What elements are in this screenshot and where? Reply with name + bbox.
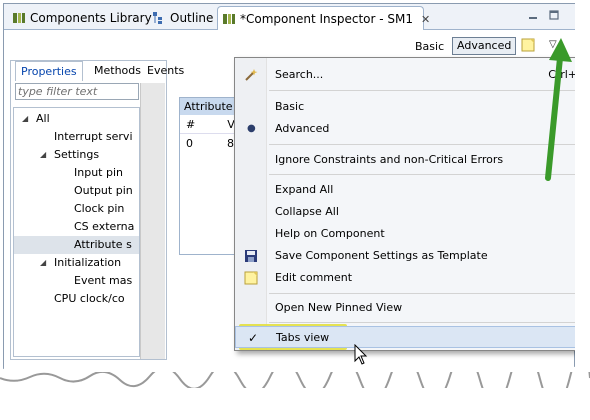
menu-item-basic[interactable]: Basic xyxy=(235,96,575,118)
menu-item-help-on-component[interactable]: Help on Component xyxy=(235,223,575,245)
tree-item[interactable]: Clock pin xyxy=(14,200,139,218)
tree-item-label: CPU clock/co xyxy=(54,292,125,305)
tree-item-label: Event mas xyxy=(74,274,133,287)
table-row[interactable]: 08 xyxy=(180,134,238,153)
properties-panel: Properties Methods Events type filter te… xyxy=(10,60,184,360)
column-header[interactable]: # xyxy=(186,118,195,131)
filter-input[interactable]: type filter text xyxy=(15,83,139,100)
tree-item[interactable]: Input pin xyxy=(14,164,139,182)
tree-item-label: Output pin xyxy=(74,184,133,197)
tab-methods[interactable]: Methods xyxy=(89,61,146,81)
menu-separator xyxy=(269,322,575,323)
tab-events[interactable]: Events xyxy=(142,61,189,81)
table-cell: 8 xyxy=(227,137,234,150)
menu-item-open-pinned-view[interactable]: Open New Pinned View xyxy=(235,297,575,319)
components-icon xyxy=(13,13,25,23)
note-icon xyxy=(244,271,258,285)
menu-item-ignore-constraints[interactable]: Ignore Constraints and non-Critical Erro… xyxy=(235,149,575,171)
tab-properties[interactable]: Properties xyxy=(15,61,83,81)
inspector-icon xyxy=(223,14,235,24)
menu-item-label: Open New Pinned View xyxy=(275,301,403,314)
menu-item-label: Help on Component xyxy=(275,227,385,240)
tree-item[interactable]: CS externa xyxy=(14,218,139,236)
tree-item[interactable]: Interrupt servi xyxy=(14,128,139,146)
save-icon xyxy=(245,250,257,262)
table-cell: 0 xyxy=(186,137,193,150)
tree-item-label: All xyxy=(36,112,50,125)
tree-item[interactable]: CPU clock/co xyxy=(14,290,139,308)
tab-component-inspector[interactable]: *Component Inspector - SM1 ✕ xyxy=(217,6,430,30)
menu-item-label: Expand All xyxy=(275,183,334,196)
tree-item-initialization[interactable]: ◢ Initialization xyxy=(14,254,139,272)
table-column-headers: # V xyxy=(180,115,238,134)
tree-item-label: Settings xyxy=(54,148,100,161)
tree-item-label: Initialization xyxy=(54,256,122,269)
property-tree: ◢ All Interrupt servi ◢ Settings Input pin… xyxy=(13,107,140,357)
tree-item[interactable]: Event mas xyxy=(14,272,139,290)
tab-label: Outline xyxy=(170,11,214,25)
mouse-pointer-icon xyxy=(354,344,368,365)
search-wand-icon xyxy=(245,69,258,81)
minimize-icon[interactable] xyxy=(527,9,539,21)
tab-outline[interactable]: Outline xyxy=(148,6,213,30)
menu-item-label: Basic xyxy=(275,100,305,113)
panel-scrollbar[interactable] xyxy=(140,83,165,359)
inspector-toolbar: Basic Advanced ▽ xyxy=(4,30,575,60)
menu-item-tabs-view[interactable]: ✓ Tabs view xyxy=(235,326,575,348)
menu-item-label: Collapse All xyxy=(275,205,339,218)
tab-label: *Component Inspector - SM1 xyxy=(240,12,414,26)
expand-icon[interactable]: ◢ xyxy=(40,146,46,164)
expand-icon[interactable]: ◢ xyxy=(22,110,28,128)
annotation-arrow-icon xyxy=(545,38,572,181)
check-icon: ✓ xyxy=(248,331,259,345)
menu-item-label: Edit comment xyxy=(275,271,353,284)
tab-label: Components Library xyxy=(30,11,152,25)
menu-item-label: Save Component Settings as Template xyxy=(275,249,488,262)
attribute-table: Attribute # V 08 xyxy=(179,97,239,255)
tree-item-selected[interactable]: Attribute s xyxy=(14,236,139,254)
view-menu-popup: Search... Ctrl+ Basic ● Advanced Ignore … xyxy=(234,57,575,351)
menu-item-advanced[interactable]: ● Advanced xyxy=(235,118,575,140)
menu-item-label: Ignore Constraints and non-Critical Erro… xyxy=(275,153,504,166)
advanced-mode-button[interactable]: Advanced xyxy=(452,37,517,55)
tree-item-all[interactable]: ◢ All xyxy=(14,110,139,128)
menu-item-expand-all[interactable]: Expand All xyxy=(235,179,575,201)
menu-item-edit-comment[interactable]: Edit comment xyxy=(235,267,575,289)
menu-item-label: Tabs view xyxy=(276,331,330,344)
tree-item[interactable]: Output pin xyxy=(14,182,139,200)
tree-item-label: CS externa xyxy=(74,220,135,233)
note-icon[interactable] xyxy=(521,38,535,52)
tree-item-label: Clock pin xyxy=(74,202,125,215)
menu-item-collapse-all[interactable]: Collapse All xyxy=(235,201,575,223)
table-header: Attribute xyxy=(180,98,238,115)
tree-item-settings[interactable]: ◢ Settings xyxy=(14,146,139,164)
tree-item-label: Interrupt servi xyxy=(54,130,133,143)
maximize-icon[interactable] xyxy=(548,9,560,21)
view-tab-bar: Components Library Outline *Component In… xyxy=(4,4,575,30)
menu-item-label: Search... xyxy=(275,68,324,81)
menu-separator xyxy=(269,144,575,145)
outline-icon xyxy=(153,12,162,24)
basic-mode-button[interactable]: Basic xyxy=(415,40,444,53)
menu-separator xyxy=(269,174,575,175)
menu-item-save-template[interactable]: Save Component Settings as Template xyxy=(235,245,575,267)
expand-icon[interactable]: ◢ xyxy=(40,254,46,272)
tab-components-library[interactable]: Components Library xyxy=(8,6,152,30)
tree-item-label: Attribute s xyxy=(74,238,132,251)
inspector-window: Components Library Outline *Component In… xyxy=(3,3,575,376)
tree-item-label: Input pin xyxy=(74,166,123,179)
radio-selected-icon: ● xyxy=(247,123,256,134)
close-icon[interactable]: ✕ xyxy=(421,8,430,32)
menu-item-search[interactable]: Search... Ctrl+ xyxy=(235,64,575,86)
menu-item-label: Advanced xyxy=(275,122,330,135)
menu-separator xyxy=(269,293,575,294)
torn-edge-decoration xyxy=(0,372,590,388)
menu-separator xyxy=(269,90,575,91)
